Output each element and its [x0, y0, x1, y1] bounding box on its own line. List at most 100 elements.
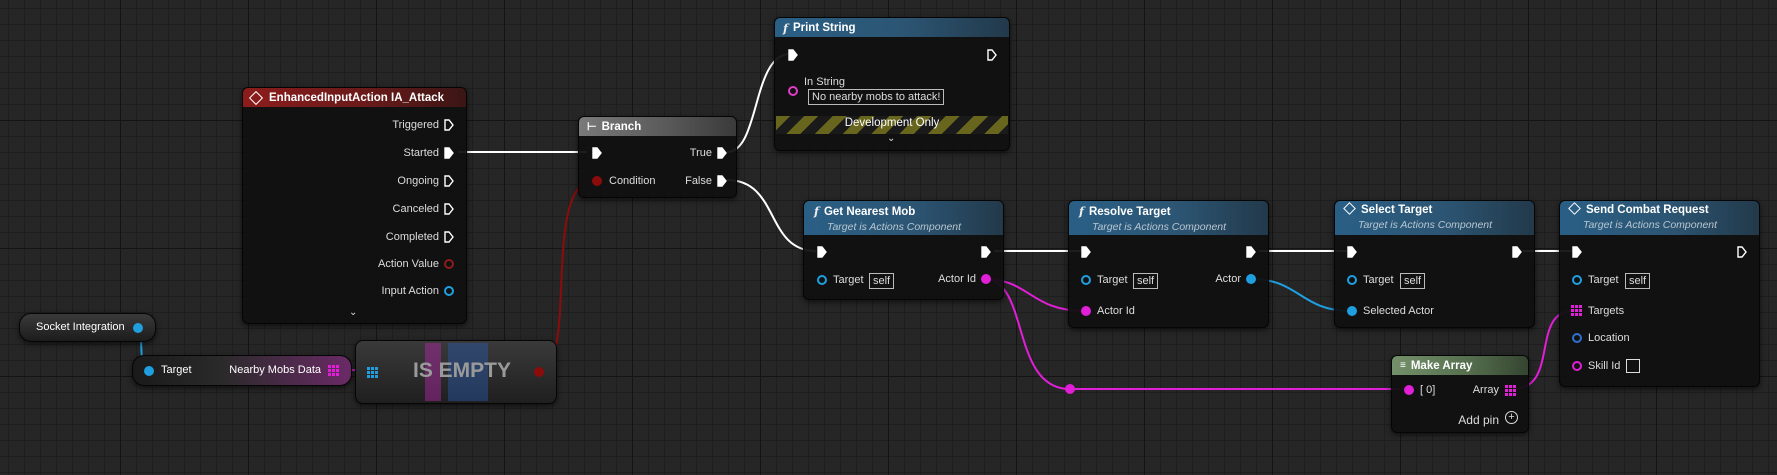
condition-pin-icon[interactable]: [592, 176, 602, 186]
resolve-target-label: Target: [1097, 274, 1128, 286]
resolve-target-header: f Resolve Target Target is Actions Compon…: [1069, 201, 1268, 235]
input-action-node[interactable]: EnhancedInputAction IA_Attack Triggered …: [242, 87, 467, 324]
nearby-mobs-label: Nearby Mobs Data: [229, 364, 321, 376]
send-combat-request-subtitle: Target is Actions Component: [1583, 219, 1718, 231]
function-icon: f: [814, 204, 819, 218]
print-expand-chevron-icon[interactable]: ⌄: [887, 133, 895, 144]
print-string-header: f Print String: [775, 18, 1009, 37]
resolve-exec-out-icon[interactable]: [1246, 246, 1256, 258]
function-icon: f: [1079, 204, 1084, 218]
branch-icon: ⊢: [587, 121, 597, 133]
input-action-pin-icon[interactable]: [444, 286, 454, 296]
development-only-label: Development Only: [844, 117, 940, 129]
index0-pin-icon[interactable]: [1404, 385, 1414, 395]
skill-id-pin-icon[interactable]: [1572, 361, 1582, 371]
nearby-mobs-data-node[interactable]: Target Nearby Mobs Data: [132, 355, 352, 386]
resolve-target-subtitle: Target is Actions Component: [1092, 221, 1227, 233]
resolve-actor-pin-icon[interactable]: [1246, 274, 1256, 284]
add-pin-label[interactable]: Add pin: [1458, 413, 1499, 427]
false-label: False: [685, 175, 712, 187]
socket-integration-label: Socket Integration: [36, 321, 125, 333]
make-array-node[interactable]: ≡ Make Array [ 0] Array Add pin +: [1391, 355, 1529, 433]
select-target-label: Target: [1363, 274, 1394, 286]
get-nearest-mob-node[interactable]: f Get Nearest Mob Target is Actions Compo…: [803, 200, 1004, 300]
exec-pin-completed-icon[interactable]: [444, 231, 454, 243]
input-action-header: EnhancedInputAction IA_Attack: [243, 88, 466, 107]
in-string-pin-icon[interactable]: [788, 86, 798, 96]
resolve-target-value[interactable]: self: [1133, 273, 1159, 289]
pin-label-completed: Completed: [385, 231, 439, 243]
branch-exec-in-icon[interactable]: [592, 147, 602, 159]
exec-pin-ongoing-icon[interactable]: [444, 175, 454, 187]
select-target-value[interactable]: self: [1400, 273, 1426, 289]
is-empty-array-pin-icon[interactable]: [367, 367, 378, 378]
array-output-pin-icon[interactable]: [1505, 385, 1516, 396]
select-exec-out-icon[interactable]: [1512, 246, 1522, 258]
resolve-target-title: Resolve Target: [1088, 206, 1171, 218]
pin-label-canceled: Canceled: [392, 203, 439, 215]
socket-integration-node[interactable]: Socket Integration: [19, 313, 156, 342]
branch-node[interactable]: ⊢ Branch Condition True False: [578, 116, 737, 198]
selected-actor-pin-icon[interactable]: [1347, 306, 1357, 316]
targets-array-pin-icon[interactable]: [1571, 305, 1582, 316]
select-target-title: Select Target: [1361, 204, 1433, 216]
select-target-pin-icon[interactable]: [1347, 275, 1357, 285]
send-combat-request-title: Send Combat Request: [1586, 204, 1709, 216]
resolve-actor-label: Actor: [1215, 273, 1241, 285]
getmob-exec-out-icon[interactable]: [981, 246, 991, 258]
branch-title: Branch: [601, 120, 642, 133]
send-exec-out-icon[interactable]: [1737, 246, 1747, 258]
pin-label-triggered: Triggered: [392, 119, 439, 131]
resolve-exec-in-icon[interactable]: [1081, 246, 1091, 258]
select-target-subtitle: Target is Actions Component: [1358, 219, 1493, 231]
getmob-actor-id-pin-icon[interactable]: [981, 274, 991, 284]
nearby-mobs-array-pin-icon[interactable]: [328, 365, 339, 376]
input-action-icon: [248, 90, 264, 105]
send-combat-request-node[interactable]: Send Combat Request Target is Actions Co…: [1559, 200, 1760, 387]
exec-pin-started-icon[interactable]: [444, 147, 454, 159]
in-string-value-field[interactable]: No nearby mobs to attack!: [808, 89, 945, 105]
input-action-title: EnhancedInputAction IA_Attack: [269, 91, 445, 104]
array-output-label: Array: [1472, 384, 1499, 396]
exec-pin-triggered-icon[interactable]: [444, 119, 454, 131]
getmob-exec-in-icon[interactable]: [817, 246, 827, 258]
socket-integration-pin-icon[interactable]: [133, 323, 143, 333]
false-exec-pin-icon[interactable]: [717, 175, 727, 187]
is-empty-node[interactable]: IS EMPTY: [355, 340, 557, 404]
send-combat-request-header: Send Combat Request Target is Actions Co…: [1560, 201, 1759, 235]
send-exec-in-icon[interactable]: [1572, 246, 1582, 258]
get-nearest-mob-title: Get Nearest Mob: [823, 206, 916, 218]
get-nearest-mob-subtitle: Target is Actions Component: [827, 221, 962, 233]
print-exec-out-icon[interactable]: [987, 49, 997, 61]
location-pin-icon[interactable]: [1572, 333, 1582, 343]
resolve-target-node[interactable]: f Resolve Target Target is Actions Compon…: [1068, 200, 1269, 328]
function-icon: f: [783, 20, 788, 35]
add-pin-plus-icon[interactable]: +: [1505, 411, 1518, 424]
is-empty-bool-pin-icon[interactable]: [534, 367, 544, 377]
getmob-target-value[interactable]: self: [869, 273, 895, 289]
expand-chevron-icon[interactable]: ⌄: [349, 307, 357, 318]
pin-label-action-value: Action Value: [378, 258, 439, 270]
pin-label-ongoing: Ongoing: [397, 175, 439, 187]
send-target-pin-icon[interactable]: [1572, 275, 1582, 285]
print-exec-in-icon[interactable]: [788, 49, 798, 61]
index0-label: [ 0]: [1420, 384, 1436, 396]
nearby-target-pin-icon[interactable]: [144, 366, 154, 376]
send-target-value[interactable]: self: [1625, 273, 1651, 289]
select-exec-in-icon[interactable]: [1347, 246, 1357, 258]
skill-id-value-field[interactable]: [1626, 359, 1640, 373]
select-target-node[interactable]: Select Target Target is Actions Componen…: [1334, 200, 1535, 328]
pin-label-input-action: Input Action: [381, 285, 440, 297]
resolve-target-pin-icon[interactable]: [1081, 275, 1091, 285]
send-target-label: Target: [1588, 274, 1619, 286]
print-string-title: Print String: [792, 21, 856, 34]
selected-actor-label: Selected Actor: [1363, 305, 1434, 317]
true-exec-pin-icon[interactable]: [717, 147, 727, 159]
branch-header: ⊢ Branch: [579, 117, 736, 136]
exec-pin-canceled-icon[interactable]: [444, 203, 454, 215]
action-value-pin-icon[interactable]: [444, 259, 454, 269]
resolve-actor-id-pin-icon[interactable]: [1081, 306, 1091, 316]
getmob-target-pin-icon[interactable]: [817, 275, 827, 285]
make-array-icon: ≡: [1400, 360, 1406, 371]
print-string-node[interactable]: f Print String In String No nearby mobs …: [774, 17, 1010, 151]
